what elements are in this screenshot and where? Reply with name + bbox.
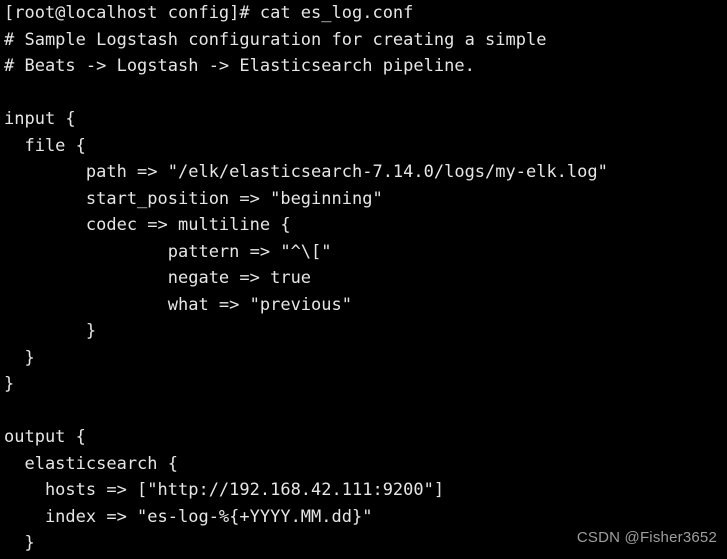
- watermark-label: CSDN @Fisher3652: [576, 528, 717, 546]
- terminal-line-start-position: start_position => "beginning": [4, 188, 383, 209]
- terminal-window[interactable]: [root@localhost config]# cat es_log.conf…: [0, 0, 727, 559]
- terminal-line-input-open: input {: [4, 109, 76, 129]
- terminal-line-comment-1: # Sample Logstash configuration for crea…: [4, 29, 547, 50]
- terminal-line-codec-open: codec => multiline {: [4, 215, 291, 235]
- terminal-line-elasticsearch-open: elasticsearch {: [4, 453, 178, 474]
- terminal-line-file-open: file {: [4, 135, 86, 156]
- terminal-line-pattern: pattern => "^\[": [4, 241, 332, 262]
- terminal-line-blank-1: [4, 80, 727, 107]
- terminal-line-comment-2: # Beats -> Logstash -> Elasticsearch pip…: [4, 56, 475, 76]
- terminal-line-hosts: hosts => ["http://192.168.42.111:9200"]: [4, 480, 445, 500]
- terminal-line-blank-2: [4, 398, 727, 425]
- terminal-line-input-close: }: [4, 374, 15, 394]
- terminal-line-what: what => "previous": [4, 294, 352, 315]
- terminal-line-command: [root@localhost config]# cat es_log.conf: [4, 3, 414, 23]
- terminal-line-negate: negate => true: [4, 268, 312, 288]
- terminal-line-output-open: output {: [4, 427, 86, 447]
- terminal-screen: [root@localhost config]# cat es_log.conf…: [4, 0, 727, 559]
- terminal-line-file-close: }: [4, 347, 35, 368]
- terminal-line-codec-close: }: [4, 321, 97, 341]
- terminal-line-path: path => "/elk/elasticsearch-7.14.0/logs/…: [4, 162, 608, 182]
